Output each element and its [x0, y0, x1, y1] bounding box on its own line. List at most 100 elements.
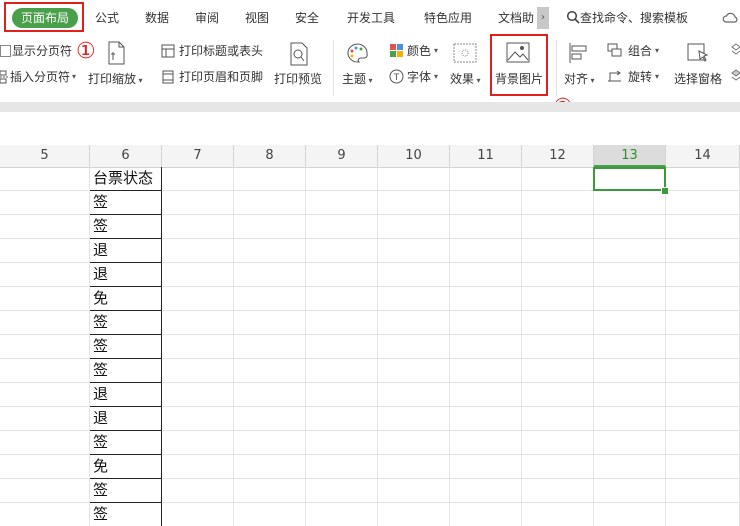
grid-cell[interactable]	[522, 407, 594, 431]
grid-cell[interactable]	[0, 503, 90, 526]
status-cell[interactable]: 退	[90, 239, 162, 263]
grid-cell[interactable]	[0, 335, 90, 359]
status-cell[interactable]: 退	[90, 263, 162, 287]
column-header-8[interactable]: 8	[234, 145, 306, 167]
grid-cell[interactable]	[522, 239, 594, 263]
layers-down-icon[interactable]	[730, 68, 740, 84]
grid-cell[interactable]	[234, 191, 306, 215]
grid-cell[interactable]	[0, 215, 90, 239]
grid-cell[interactable]	[450, 455, 522, 479]
grid-cell[interactable]	[306, 431, 378, 455]
grid-cell[interactable]	[450, 359, 522, 383]
grid-cell[interactable]	[666, 263, 740, 287]
grid-cell[interactable]	[306, 311, 378, 335]
print-scale-button[interactable]: 打印缩放 ▾	[88, 71, 143, 89]
grid-cell[interactable]	[450, 287, 522, 311]
column-header-10[interactable]: 10	[378, 145, 450, 167]
grid-cell[interactable]	[234, 359, 306, 383]
grid-cell[interactable]	[522, 431, 594, 455]
grid-cell[interactable]	[594, 479, 666, 503]
command-search[interactable]: 查找命令、搜索模板	[566, 9, 716, 27]
grid-cell[interactable]	[594, 359, 666, 383]
grid-cell[interactable]	[594, 215, 666, 239]
status-cell[interactable]: 签	[90, 191, 162, 215]
grid-cell[interactable]	[594, 239, 666, 263]
grid-cell[interactable]	[522, 311, 594, 335]
grid-cell[interactable]	[162, 167, 234, 191]
grid-cell[interactable]	[306, 383, 378, 407]
grid-cell[interactable]	[522, 287, 594, 311]
grid-cell[interactable]	[306, 191, 378, 215]
grid-cell[interactable]	[378, 287, 450, 311]
tab-features[interactable]: 特色应用	[424, 10, 472, 26]
print-preview-button[interactable]: 打印预览	[274, 71, 322, 87]
status-cell[interactable]: 免	[90, 455, 162, 479]
tab-doc-assistant[interactable]: 文档助	[498, 10, 534, 26]
grid-cell[interactable]	[594, 431, 666, 455]
grid-cell[interactable]	[162, 335, 234, 359]
grid-cell[interactable]	[234, 431, 306, 455]
grid-cell[interactable]	[306, 263, 378, 287]
tab-data[interactable]: 数据	[145, 10, 169, 26]
grid-cell[interactable]	[378, 359, 450, 383]
grid-cell[interactable]	[162, 407, 234, 431]
column-header-14[interactable]: 14	[666, 145, 740, 167]
grid-cell[interactable]	[594, 191, 666, 215]
formula-bar-area[interactable]	[0, 112, 740, 146]
grid-cell[interactable]	[522, 191, 594, 215]
grid-cell[interactable]	[666, 335, 740, 359]
column-header-11[interactable]: 11	[450, 145, 522, 167]
grid-cell[interactable]	[234, 407, 306, 431]
status-cell[interactable]: 签	[90, 215, 162, 239]
column-header-7[interactable]: 7	[162, 145, 234, 167]
grid-cell[interactable]	[378, 455, 450, 479]
grid-cell[interactable]	[162, 455, 234, 479]
selected-cell[interactable]	[593, 167, 666, 191]
grid-cell[interactable]	[522, 263, 594, 287]
tab-scroll-right-button[interactable]: ›	[537, 7, 549, 29]
status-cell[interactable]: 签	[90, 503, 162, 526]
grid-cell[interactable]	[0, 311, 90, 335]
column-header-12[interactable]: 12	[522, 145, 594, 167]
grid-cell[interactable]	[0, 263, 90, 287]
grid-cell[interactable]	[234, 503, 306, 526]
status-cell[interactable]: 签	[90, 335, 162, 359]
grid-cell[interactable]	[306, 455, 378, 479]
grid-cell[interactable]	[234, 479, 306, 503]
grid-cell[interactable]	[378, 215, 450, 239]
column-header-13[interactable]: 13	[594, 145, 666, 167]
grid-cell[interactable]	[306, 167, 378, 191]
grid-cell[interactable]	[378, 191, 450, 215]
grid-cell[interactable]	[450, 383, 522, 407]
grid-cell[interactable]	[450, 263, 522, 287]
grid-cell[interactable]	[522, 503, 594, 526]
grid-cell[interactable]	[378, 311, 450, 335]
grid-cell[interactable]	[378, 431, 450, 455]
grid-cell[interactable]	[666, 479, 740, 503]
grid-cell[interactable]	[594, 503, 666, 526]
grid-cell[interactable]	[594, 311, 666, 335]
effect-button[interactable]: 效果 ▾	[450, 71, 481, 89]
grid-cell[interactable]	[0, 359, 90, 383]
grid-cell[interactable]	[450, 503, 522, 526]
grid-cell[interactable]	[522, 359, 594, 383]
grid-cell[interactable]	[234, 263, 306, 287]
status-cell[interactable]: 退	[90, 383, 162, 407]
grid-cell[interactable]	[234, 311, 306, 335]
grid-cell[interactable]	[666, 407, 740, 431]
grid-cell[interactable]	[594, 455, 666, 479]
grid-cell[interactable]	[0, 239, 90, 263]
grid-cell[interactable]	[0, 479, 90, 503]
grid-cell[interactable]	[450, 431, 522, 455]
grid-cell[interactable]	[162, 431, 234, 455]
grid-cell[interactable]	[666, 167, 740, 191]
grid-cell[interactable]	[162, 239, 234, 263]
grid-cell[interactable]	[162, 311, 234, 335]
grid-cell[interactable]	[162, 263, 234, 287]
grid-cell[interactable]	[522, 383, 594, 407]
theme-button[interactable]: 主题 ▾	[342, 71, 373, 89]
grid-cell[interactable]	[522, 455, 594, 479]
grid-cell[interactable]	[306, 239, 378, 263]
grid-cell[interactable]	[522, 215, 594, 239]
grid-cell[interactable]	[306, 287, 378, 311]
